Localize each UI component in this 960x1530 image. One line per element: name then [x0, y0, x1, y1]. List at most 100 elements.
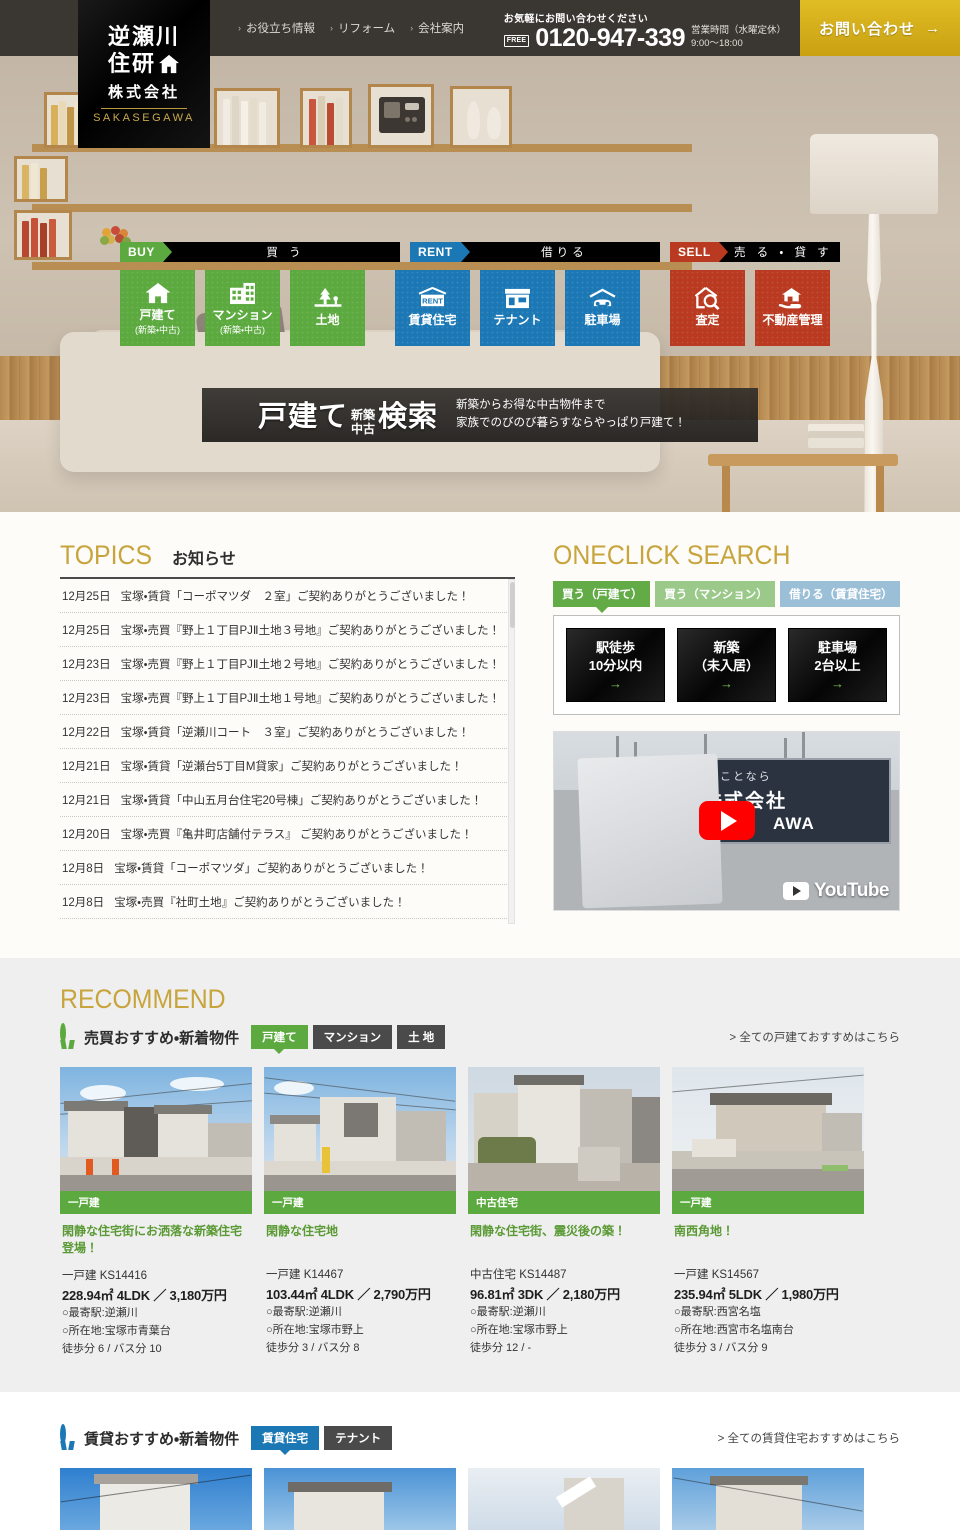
property-card[interactable]: 一戸建 閑静な住宅地 一戸建 K14467 103.44㎡ 4LDK ／ 2,7… [264, 1067, 456, 1358]
recommend-heading-en: RECOMMEND [60, 984, 226, 1014]
topics-scrollbar[interactable] [508, 579, 515, 924]
category-tile-property-management[interactable]: 不動産管理 [755, 270, 830, 346]
topic-date: 12月23日 [62, 693, 111, 705]
house-icon [144, 280, 172, 306]
arrow-right-icon: → [720, 675, 733, 691]
property-station: ○最寄駅:逆瀬川 [266, 1306, 342, 1318]
recommend-sale-header: 売買おすすめ・新着物件 戸建て マンション 土 地 > 全ての戸建ておすすめはこ… [60, 1023, 900, 1054]
property-card[interactable] [672, 1468, 864, 1530]
tile-sub-0: (新築・中古) [134, 324, 181, 335]
house-magnifier-icon [693, 285, 722, 311]
nav-item-useful-info[interactable]: › お役立ち情報 [238, 20, 315, 36]
topics-scrollbar-thumb[interactable] [510, 582, 515, 628]
topic-row[interactable]: 12月23日 宝塚・売買『野上１丁目PJⅡ土地２号地』ご契約ありがとうございました… [60, 647, 515, 681]
hero-banner-main-pre: 戸建て [258, 401, 349, 434]
property-price: 228.94㎡ 4LDK ／ 3,180万円 [62, 1287, 227, 1303]
tile-sub-1: (新築・中古) [219, 324, 266, 335]
oneclick-heading: ONECLICK SEARCH [553, 540, 900, 571]
hero-banner-heading: 戸建て 新築 中古 検索 [258, 393, 438, 437]
topic-date: 12月8日 [62, 897, 105, 909]
oneclick-card-parking[interactable]: 駐車場 2台以上 → [788, 628, 887, 702]
property-price: 96.81㎡ 3DK ／ 2,180万円 [470, 1287, 620, 1302]
property-card[interactable] [60, 1468, 252, 1530]
property-card[interactable]: 一戸建 閑静な住宅街にお洒落な新築住宅登場！ 一戸建 KS14416 228.9… [60, 1067, 252, 1358]
category-tile-rental-housing[interactable]: RENT 賃貸住宅 [395, 270, 470, 346]
category-tile-tenant[interactable]: テナント [480, 270, 555, 346]
contact-button[interactable]: お問い合わせ → [800, 0, 960, 56]
tile-title-0: 戸建て [139, 308, 176, 323]
property-card[interactable]: 一戸建 南西角地！ 一戸建 KS14567 235.94㎡ 5LDK ／ 1,9… [672, 1067, 864, 1358]
filter-pill-rental-housing[interactable]: 賃貸住宅 [251, 1426, 320, 1456]
property-type-tag: 一戸建 [672, 1191, 864, 1214]
tile-title-3: 賃貸住宅 [408, 313, 457, 328]
play-button-icon[interactable] [698, 801, 755, 840]
svg-text:RENT: RENT [422, 296, 443, 305]
oneclick-tab-buy-apartment[interactable]: 買う（マンション） [655, 581, 776, 607]
topic-row[interactable]: 12月20日 宝塚・売買『亀井町店舗付テラス』 ご契約ありがとうございました！ [60, 817, 515, 851]
topic-row[interactable]: 12月8日 宝塚・賃貸「コーポマツダ」ご契約ありがとうございました！ [60, 851, 515, 885]
topics-heading-en: TOPICS [60, 540, 153, 570]
topics-list[interactable]: 12月25日 宝塚・賃貸「コーポマツダ ２室」ご契約ありがとうございました！ 12… [60, 579, 515, 924]
property-type-tag: 中古住宅 [468, 1191, 660, 1214]
site-logo[interactable]: 逆瀬川 住研 株式会社 SAKASEGAWA [78, 0, 210, 148]
header-nav: › お役立ち情報 › リフォーム › 会社案内 [238, 0, 464, 56]
property-card[interactable]: 中古住宅 閑静な住宅街、震災後の築！ 中古住宅 KS14487 96.81㎡ 3… [468, 1067, 660, 1358]
property-walk-time: 徒歩分 3 / バス分 8 [266, 1342, 360, 1355]
telephone-number[interactable]: 0120-947-339 [535, 25, 685, 51]
topic-row[interactable]: 12月23日 宝塚・売買『野上１丁目PJⅡ土地１号地』ご契約ありがとうございました… [60, 681, 515, 715]
topic-row[interactable]: 12月25日 宝塚・売買『野上１丁目PJⅡ土地３号地』ご契約ありがとうございました… [60, 613, 515, 647]
topic-row[interactable]: 12月21日 宝塚・賃貸「逆瀬台5丁目M貸家」ご契約ありがとうございました！ [60, 749, 515, 783]
category-tile-apartment[interactable]: マンション (新築・中古) [205, 270, 280, 346]
oneclick-tab-rent-housing[interactable]: 借りる（賃貸住宅） [780, 581, 900, 607]
property-card[interactable] [468, 1468, 660, 1530]
nav-item-reform[interactable]: › リフォーム [330, 20, 395, 36]
property-walk-time: 徒歩分 6 / バス分 10 [62, 1343, 162, 1356]
arrow-right-icon: → [925, 19, 941, 37]
topic-text: 宝塚・賃貸「コーポマツダ」ご契約ありがとうございました！ [114, 863, 429, 875]
tile-title-2: 土地 [315, 313, 340, 328]
property-station: ○最寄駅:逆瀬川 [470, 1306, 546, 1318]
oneclick-card-new-build[interactable]: 新築 （未入居） → [677, 628, 776, 702]
property-kind-code: 一戸建 K14467 [266, 1269, 344, 1281]
recommend-rent-more-link[interactable]: > 全ての賃貸住宅おすすめはこちら [718, 1430, 900, 1446]
category-tile-land[interactable]: 土地 [290, 270, 365, 346]
house-hand-icon [777, 285, 808, 311]
topic-row[interactable]: 12月25日 宝塚・賃貸「コーポマツダ ２室」ご契約ありがとうございました！ [60, 579, 515, 613]
hero-search-banner: 戸建て 新築 中古 検索 新築からお得な中古物件まで 家族でのびのび暮らすならやっぱり… [202, 388, 758, 442]
property-type-tag: 一戸建 [60, 1191, 252, 1214]
topic-row[interactable]: 12月21日 宝塚・賃貸「中山五月台住宅20号棟」ご契約ありがとうございました！ [60, 783, 515, 817]
oneclick-tab-buy-house[interactable]: 買う（戸建て） [553, 581, 651, 613]
filter-pill-land[interactable]: 土 地 [397, 1025, 446, 1049]
youtube-label: YouTube [814, 880, 889, 901]
property-card[interactable] [264, 1468, 456, 1530]
filter-pill-detached-house[interactable]: 戸建て [251, 1025, 308, 1054]
property-thumbnail [468, 1067, 660, 1191]
topic-row[interactable]: 12月22日 宝塚・賃貸「逆瀬川コート ３室」ご契約ありがとうございました！ [60, 715, 515, 749]
category-bars: BUY 買 う RENT 借りる SELL 売 る ・ 貸 す [100, 226, 840, 262]
category-tag-buy-label: BUY [128, 245, 155, 259]
category-tile-parking[interactable]: 駐車場 [565, 270, 640, 346]
filter-pill-tenant[interactable]: テナント [324, 1426, 393, 1451]
topic-date: 12月25日 [62, 591, 111, 603]
topic-row[interactable]: 12月4日宝塚・売買『逆瀬川ハイツ6号棟 390万円』新規登録しました！ [60, 919, 515, 924]
category-tile-appraisal[interactable]: 査定 [670, 270, 745, 346]
chevron-right-icon: › [410, 23, 414, 33]
tile-title-5: 駐車場 [584, 313, 621, 328]
property-headline: 閑静な住宅地 [266, 1224, 339, 1238]
logo-line-1: 逆瀬川 [107, 24, 180, 50]
property-station: ○最寄駅:西宮名塩 [674, 1306, 761, 1318]
youtube-video-thumbnail[interactable]: のことなら 株式会社 AWA YouTube [553, 731, 900, 911]
tile-title-6: 査定 [695, 313, 720, 328]
house-icon [158, 54, 180, 74]
topic-row[interactable]: 12月8日 宝塚・売買『社町土地』ご契約ありがとうございました！ [60, 885, 515, 919]
oneclick-card-station-walk[interactable]: 駅徒歩 10分以内 → [566, 628, 665, 702]
category-tile-detached-house[interactable]: 戸建て (新築・中古) [120, 270, 195, 346]
table-decoration [708, 454, 898, 512]
nav-item-company[interactable]: › 会社案内 [410, 20, 464, 36]
oneclick-card-2-line2: 2台以上 [814, 657, 861, 673]
recommend-sale-more-link[interactable]: > 全ての戸建ておすすめはこちら [729, 1029, 900, 1045]
filter-pill-apartment[interactable]: マンション [312, 1025, 393, 1049]
header-contact: お気軽にお問い合わせください FREE 0120-947-339 営業時間（水曜… [503, 0, 960, 56]
property-kind-code: 中古住宅 KS14487 [470, 1269, 567, 1281]
category-bar-sell-label: 売 る ・ 貸 す [733, 247, 833, 259]
